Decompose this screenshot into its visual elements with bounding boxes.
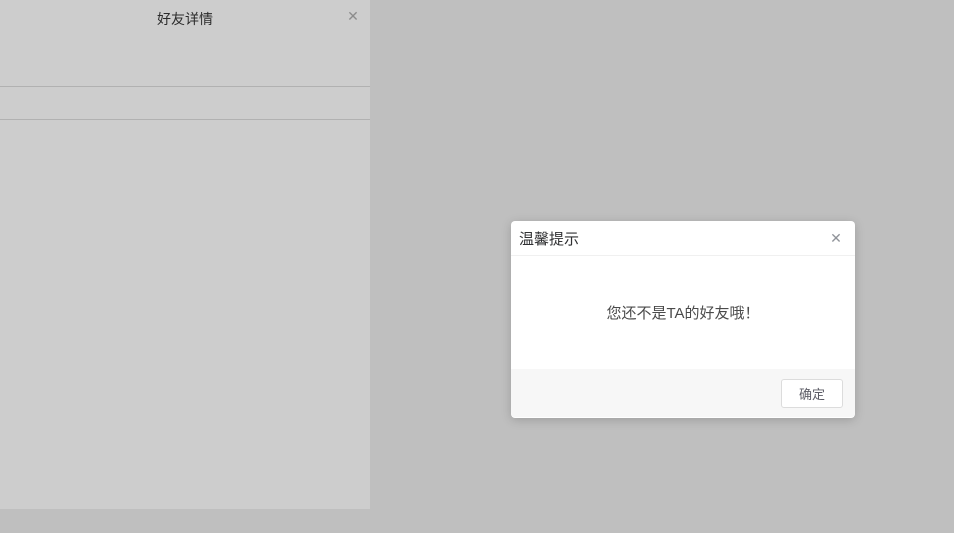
friend-detail-empty-row: [0, 87, 370, 120]
dialog-message: 您还不是TA的好友哦！: [606, 305, 760, 322]
friend-detail-panel: 好友详情 ✕: [0, 0, 370, 509]
dialog-close-icon[interactable]: ✕: [827, 229, 845, 247]
dialog-footer: 确定: [511, 369, 855, 417]
panel-close-icon[interactable]: ✕: [344, 7, 362, 25]
dialog-body: 您还不是TA的好友哦！: [511, 256, 855, 369]
friend-detail-title: 好友详情: [157, 11, 213, 27]
warm-tip-dialog: 温馨提示 ✕ 您还不是TA的好友哦！ 确定: [511, 221, 855, 418]
confirm-button[interactable]: 确定: [780, 378, 843, 408]
dialog-title: 温馨提示: [519, 230, 580, 248]
dialog-header: 温馨提示 ✕: [511, 221, 855, 256]
friend-detail-header: 好友详情 ✕: [0, 0, 370, 87]
